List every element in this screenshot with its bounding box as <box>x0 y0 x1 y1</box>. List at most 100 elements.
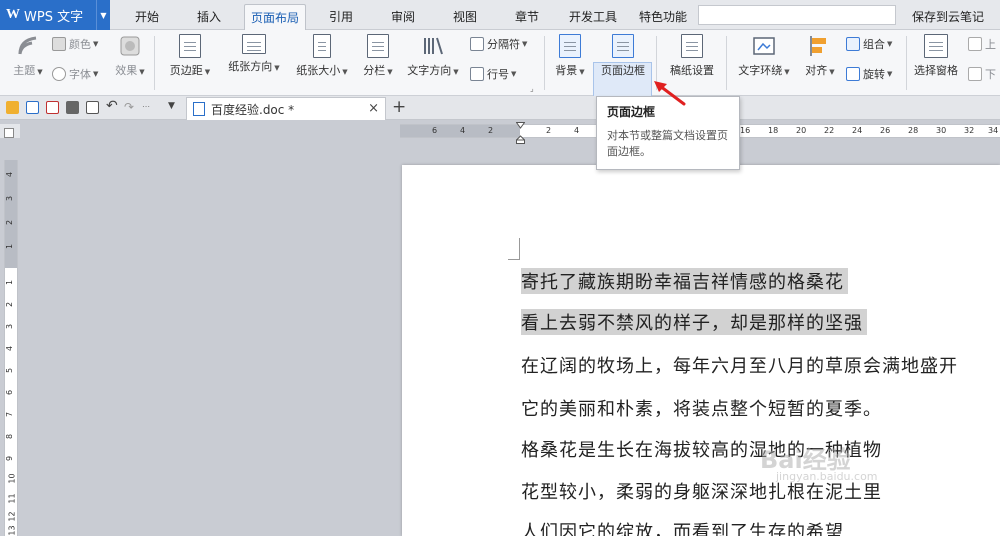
ruler-number: 24 <box>852 126 863 135</box>
align-label: 对齐 <box>805 64 828 77</box>
tab-stop-selector[interactable] <box>4 128 14 138</box>
ruler-number: 13 <box>7 525 17 536</box>
document-tab[interactable]: 百度经验.doc * × <box>186 97 386 120</box>
group-button[interactable]: 组合 ▼ <box>846 36 892 52</box>
red-arrow-icon <box>654 81 686 106</box>
print-preview-icon[interactable] <box>86 101 99 114</box>
ruler-number: 11 <box>7 493 17 504</box>
font-theme-button[interactable]: 字体 ▼ <box>52 66 98 82</box>
search-input[interactable] <box>698 5 896 25</box>
text-wrap-icon <box>753 34 775 58</box>
background-label: 背景 <box>555 64 578 77</box>
text-direction-button[interactable]: 文字方向 ▼ <box>402 30 464 78</box>
selection-pane-button[interactable]: 选择窗格 <box>910 30 962 78</box>
tab-features[interactable]: 特色功能 <box>630 4 696 30</box>
manuscript-label: 稿纸设置 <box>670 64 714 77</box>
quick-access-bar: ↶ ↷ ⋯ ▼ <box>0 96 1000 120</box>
undo-icon[interactable]: ↶ <box>106 98 118 114</box>
text-wrap-button[interactable]: 文字环绕 ▼ <box>732 30 796 78</box>
ribbon: 主题 ▼ 颜色 ▼ 字体 ▼ 效果 ▼ 页边距 ▼ 纸张方向 ▼ 纸张大小 ▼ 分栏 ▼ 文字方… <box>0 30 1000 114</box>
tab-chapter[interactable]: 章节 <box>502 4 552 30</box>
columns-button[interactable]: 分栏 ▼ <box>358 30 398 78</box>
tab-view[interactable]: 视图 <box>440 4 490 30</box>
baidu-watermark-url: jingyan.baidu.com <box>776 470 878 483</box>
document-line[interactable]: 它的美丽和朴素，将装点整个短暂的夏季。 <box>521 395 882 421</box>
export-pdf-icon[interactable] <box>46 101 59 114</box>
open-folder-icon[interactable] <box>6 101 19 114</box>
save-icon[interactable] <box>26 101 39 114</box>
columns-icon <box>367 34 389 58</box>
tab-insert[interactable]: 插入 <box>184 4 234 30</box>
ruler-number: 12 <box>7 511 17 522</box>
rotate-button[interactable]: 旋转 ▼ <box>846 66 892 82</box>
redo-icon[interactable]: ↷ <box>124 100 134 114</box>
group-icon <box>846 37 860 51</box>
color-label: 颜色 <box>69 38 91 51</box>
ruler-number: 32 <box>964 126 975 135</box>
align-button[interactable]: 对齐 ▼ <box>800 30 840 78</box>
ruler-number: 22 <box>824 126 835 135</box>
color-button[interactable]: 颜色 ▼ <box>52 36 98 52</box>
effect-button[interactable]: 效果 ▼ <box>112 30 148 78</box>
ruler-number: 2 <box>5 301 15 308</box>
tooltip-description: 对本节或整篇文档设置页面边框。 <box>607 129 728 158</box>
vertical-ruler[interactable]: 4 3 2 1 1 2 3 4 5 6 7 8 9 10 11 12 13 <box>4 160 18 536</box>
columns-label: 分栏 <box>363 64 386 77</box>
ruler-number: 1 <box>5 279 15 286</box>
menu-bar: W WPS 文字 ▼ 开始 插入 页面布局 引用 审阅 视图 章节 开发工具 特… <box>0 0 1000 30</box>
bring-forward-label: 上 <box>985 38 996 51</box>
tab-page-layout[interactable]: 页面布局 <box>244 4 306 30</box>
document-line[interactable]: 在辽阔的牧场上，每年六月至八月的草原会满地盛开 <box>521 352 958 378</box>
text-direction-label: 文字方向 <box>407 64 452 77</box>
bring-forward-button[interactable]: 上 <box>968 36 996 52</box>
indent-marker-icon[interactable] <box>516 122 525 144</box>
margins-label: 页边距 <box>169 64 203 77</box>
customize-dropdown-icon[interactable]: ⋯ <box>142 102 150 111</box>
paper-size-button[interactable]: 纸张大小 ▼ <box>290 30 354 78</box>
send-backward-button[interactable]: 下 <box>968 66 996 82</box>
send-backward-icon <box>968 67 982 81</box>
new-tab-icon[interactable]: + <box>392 97 406 117</box>
ruler-number: 34 <box>988 126 999 135</box>
ruler-number: 28 <box>908 126 919 135</box>
tab-developer[interactable]: 开发工具 <box>560 4 626 30</box>
ruler-number: 2 <box>5 219 15 226</box>
ruler-number: 30 <box>936 126 947 135</box>
tab-review[interactable]: 审阅 <box>378 4 428 30</box>
text-wrap-label: 文字环绕 <box>738 64 783 77</box>
breaks-label: 分隔符 <box>487 38 520 51</box>
chevron-down-icon[interactable]: ▼ <box>96 0 110 30</box>
background-button[interactable]: 背景 ▼ <box>550 30 590 78</box>
margin-corner-mark <box>508 238 520 260</box>
tab-list-dropdown-icon[interactable]: ▼ <box>168 101 175 111</box>
orientation-label: 纸张方向 <box>228 60 273 73</box>
page-border-button[interactable]: 页面边框 <box>596 30 650 78</box>
margins-button[interactable]: 页边距 ▼ <box>162 30 218 78</box>
dialog-launcher-icon[interactable]: ⌟ <box>530 84 534 93</box>
group-label: 组合 <box>863 38 885 51</box>
line-numbers-button[interactable]: 行号 ▼ <box>470 66 516 82</box>
ruler-number: 2 <box>488 126 494 135</box>
ruler-number: 1 <box>5 243 15 250</box>
document-line-selected[interactable]: 寄托了藏族期盼幸福吉祥情感的格桑花 <box>521 268 848 294</box>
selection-pane-label: 选择窗格 <box>914 64 958 77</box>
document-icon <box>193 102 205 116</box>
ruler-number: 3 <box>5 323 15 330</box>
document-line-selected[interactable]: 看上去弱不禁风的样子，却是那样的坚强 <box>521 309 867 335</box>
print-icon[interactable] <box>66 101 79 114</box>
tab-references[interactable]: 引用 <box>316 4 366 30</box>
close-icon[interactable]: × <box>368 101 379 116</box>
send-backward-label: 下 <box>985 68 996 81</box>
tab-home[interactable]: 开始 <box>122 4 172 30</box>
manuscript-button[interactable]: 稿纸设置 <box>664 30 720 78</box>
breaks-button[interactable]: 分隔符 ▼ <box>470 36 527 52</box>
document-line[interactable]: 人们因它的绽放，而看到了生存的希望 <box>521 518 844 536</box>
ruler-number: 5 <box>5 367 15 374</box>
orientation-button[interactable]: 纸张方向 ▼ <box>222 30 286 74</box>
save-to-cloud-button[interactable]: 保存到云笔记 <box>912 4 984 30</box>
paper-size-label: 纸张大小 <box>296 64 341 77</box>
ruler-number: 6 <box>5 389 15 396</box>
theme-button[interactable]: 主题 ▼ <box>8 30 48 78</box>
app-menu-button[interactable]: W WPS 文字 ▼ <box>0 0 110 30</box>
ruler-number: 4 <box>5 171 15 178</box>
